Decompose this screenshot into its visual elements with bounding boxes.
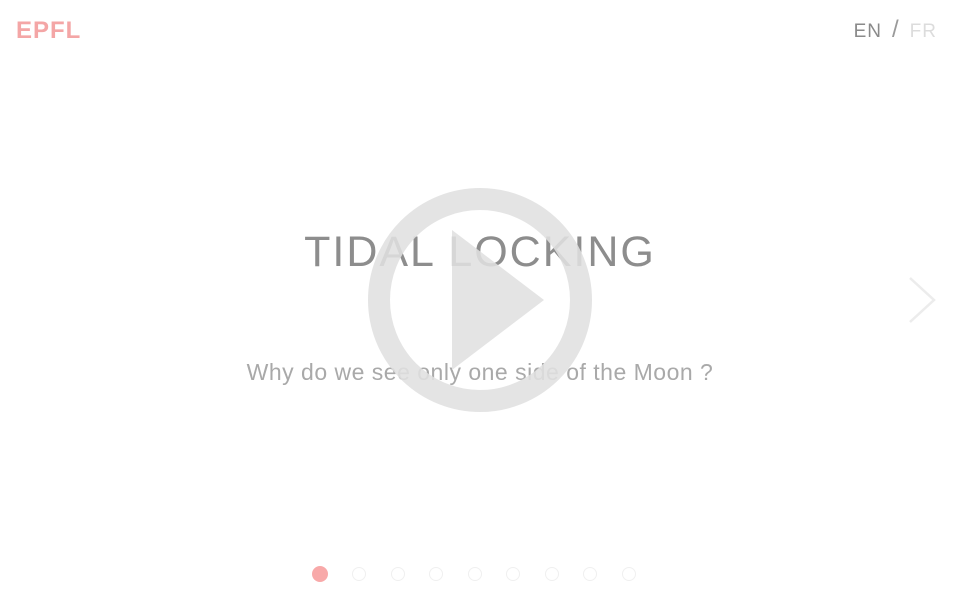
epfl-logo[interactable]: EPFL — [16, 19, 81, 43]
pagination-dot[interactable] — [583, 567, 598, 581]
slide-pagination — [0, 566, 960, 582]
slideshow-page: EPFL EN / FR TIDAL LOCKING Why do we see… — [0, 0, 960, 600]
pagination-dot[interactable] — [467, 567, 482, 581]
pagination-dot[interactable] — [390, 567, 405, 581]
lang-fr-link[interactable]: FR — [910, 20, 937, 44]
pagination-dot[interactable] — [311, 566, 328, 582]
play-icon[interactable] — [368, 188, 592, 412]
lang-separator: / — [892, 16, 900, 43]
chevron-right-icon[interactable] — [900, 272, 940, 328]
pagination-dot[interactable] — [621, 567, 636, 581]
pagination-dot[interactable] — [429, 567, 444, 581]
lang-en-link[interactable]: EN — [854, 20, 882, 44]
pagination-dot[interactable] — [352, 567, 367, 581]
pagination-dot[interactable] — [544, 567, 559, 581]
pagination-dot[interactable] — [506, 567, 521, 581]
language-switcher: EN / FR — [854, 18, 937, 44]
